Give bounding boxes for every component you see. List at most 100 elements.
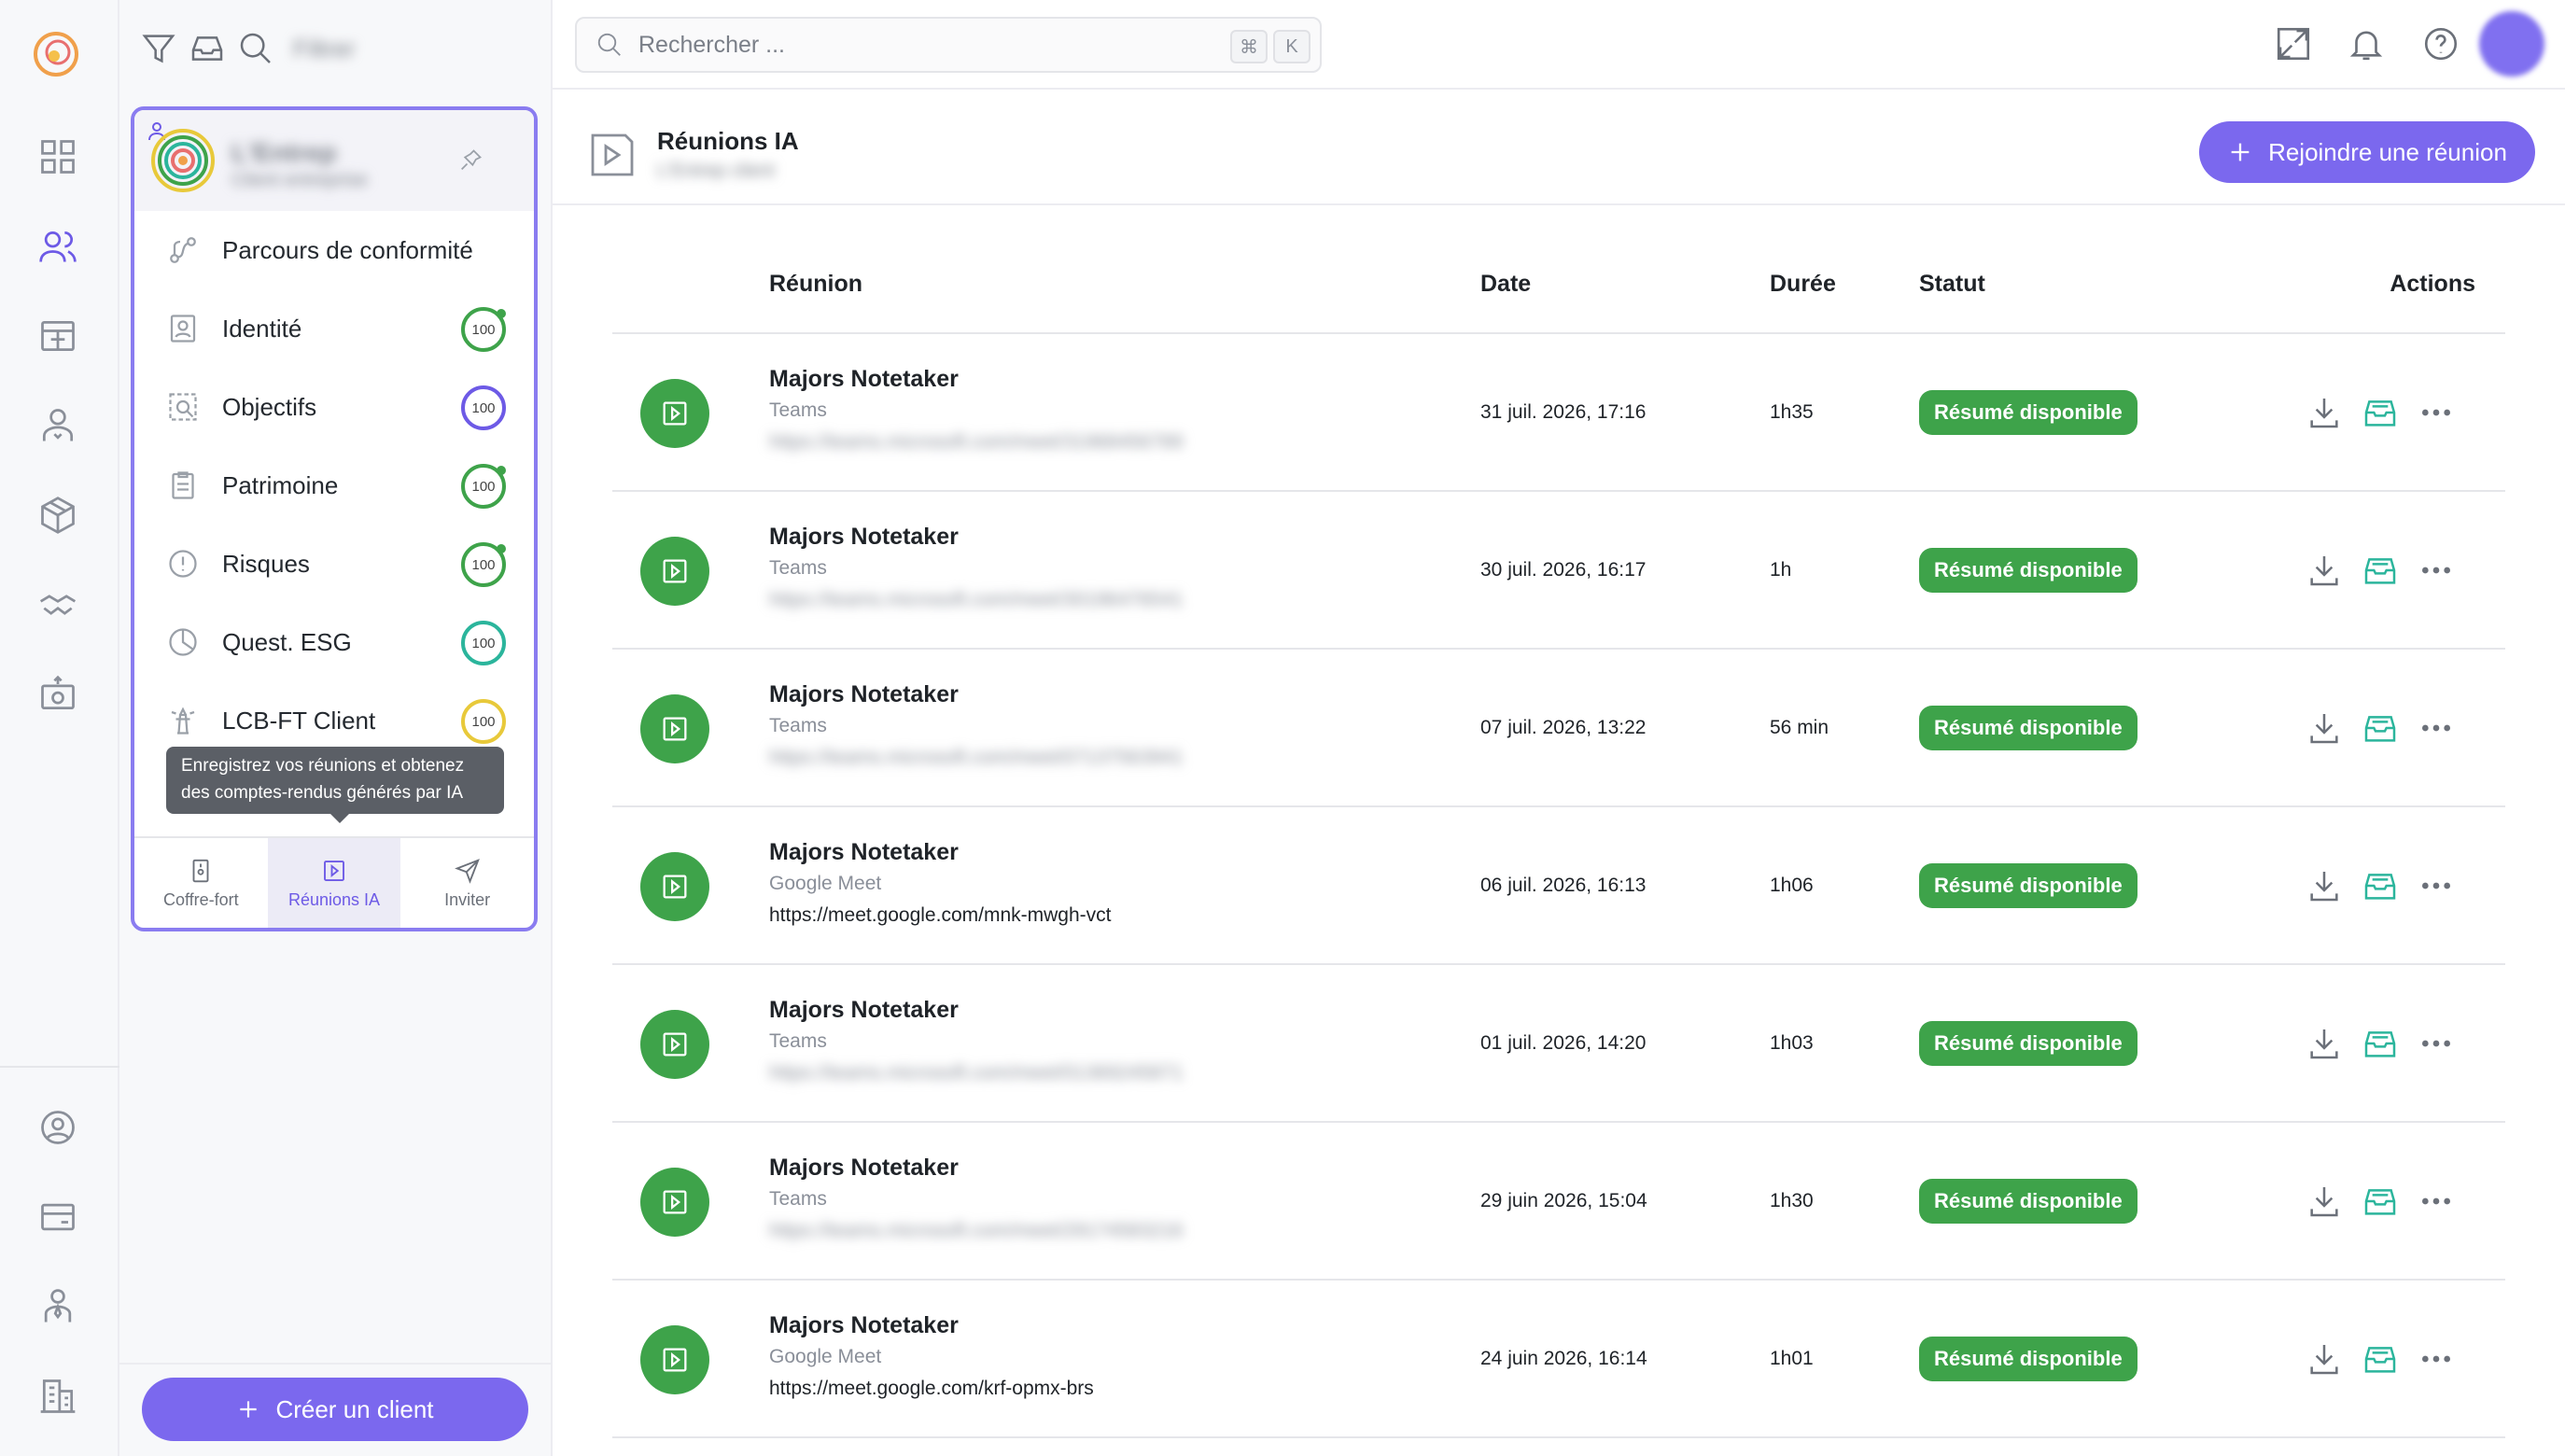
meeting-platform: Teams — [769, 557, 827, 579]
meeting-play-icon[interactable] — [640, 1010, 709, 1079]
meeting-duration: 1h03 — [1770, 1032, 1814, 1054]
expand-icon[interactable] — [2274, 24, 2313, 63]
client-panel: Filtrer L'Entrep Client entreprise Parco… — [119, 0, 553, 1456]
archive-icon[interactable] — [2362, 394, 2399, 431]
meeting-link[interactable]: https://teams.microsoft.com/meet/3196845… — [769, 431, 1184, 454]
users-icon[interactable] — [37, 226, 78, 267]
column-header-meeting[interactable]: Réunion — [769, 271, 862, 298]
handshake-icon[interactable] — [37, 584, 78, 625]
credit-card-icon[interactable] — [37, 1197, 78, 1238]
pin-icon[interactable] — [457, 147, 484, 174]
user-badge-icon[interactable] — [37, 405, 78, 446]
menu-item-objectifs[interactable]: Objectifs 100 — [134, 368, 534, 446]
table-row[interactable]: Majors Notetaker Teams https://teams.mic… — [612, 965, 2505, 1123]
download-icon[interactable] — [2306, 1025, 2343, 1062]
archive-icon[interactable] — [2362, 1025, 2399, 1062]
meeting-link[interactable]: https://teams.microsoft.com/meet/3019647… — [769, 589, 1184, 611]
meeting-duration: 1h01 — [1770, 1348, 1814, 1369]
download-icon[interactable] — [2306, 867, 2343, 904]
meeting-link[interactable]: https://teams.microsoft.com/meet/0136924… — [769, 1062, 1184, 1085]
meeting-play-icon[interactable] — [640, 694, 709, 763]
tab-label: Réunions IA — [287, 889, 381, 909]
download-icon[interactable] — [2306, 1183, 2343, 1220]
download-icon[interactable] — [2306, 709, 2343, 747]
table-row[interactable]: Majors Notetaker Teams https://teams.mic… — [612, 492, 2505, 650]
download-icon[interactable] — [2306, 1340, 2343, 1378]
user-avatar[interactable] — [2479, 11, 2544, 77]
more-icon[interactable] — [2418, 1340, 2455, 1378]
more-icon[interactable] — [2418, 552, 2455, 589]
table-row[interactable]: Majors Notetaker Teams https://teams.mic… — [612, 1123, 2505, 1281]
meeting-name: Majors Notetaker — [769, 839, 959, 865]
page-subtitle: L'Entrep client — [657, 161, 776, 181]
search-icon[interactable] — [237, 30, 274, 67]
status-badge: Résumé disponible — [1919, 1337, 2138, 1381]
table-row[interactable]: Majors Notetaker Google Meet https://mee… — [612, 807, 2505, 965]
table-row[interactable]: Majors Notetaker Teams https://teams.mic… — [612, 334, 2505, 492]
inbox-icon[interactable] — [189, 30, 226, 67]
filter-icon[interactable] — [140, 30, 177, 67]
person-tie-icon[interactable] — [37, 1286, 78, 1327]
swirl-logo-icon[interactable] — [30, 28, 82, 80]
more-icon[interactable] — [2418, 394, 2455, 431]
bell-icon[interactable] — [2347, 24, 2386, 63]
meeting-play-icon[interactable] — [640, 537, 709, 606]
client-avatar — [149, 127, 217, 194]
id-card-icon — [166, 312, 200, 345]
search-input[interactable] — [638, 31, 1198, 59]
archive-icon[interactable] — [2362, 867, 2399, 904]
more-icon[interactable] — [2418, 867, 2455, 904]
page-header: Réunions IA L'Entrep client Rejoindre un… — [553, 91, 2565, 205]
meeting-link[interactable]: https://teams.microsoft.com/meet/0713756… — [769, 747, 1184, 769]
download-icon[interactable] — [2306, 394, 2343, 431]
menu-item-identite[interactable]: Identité 100 — [134, 289, 534, 368]
tab-reunions-ia[interactable]: Réunions IA — [267, 838, 401, 928]
box-icon[interactable] — [37, 495, 78, 536]
dashboard-icon[interactable] — [37, 136, 78, 177]
menu-item-risques[interactable]: Risques 100 — [134, 525, 534, 603]
meeting-play-icon[interactable] — [640, 852, 709, 921]
archive-icon[interactable] — [2362, 1183, 2399, 1220]
menu-item-patrimoine[interactable]: Patrimoine 100 — [134, 446, 534, 525]
join-meeting-button[interactable]: Rejoindre une réunion — [2199, 121, 2535, 183]
more-icon[interactable] — [2418, 709, 2455, 747]
menu-item-parcours[interactable]: Parcours de conformité — [134, 211, 534, 289]
video-play-icon — [586, 129, 638, 181]
create-client-button[interactable]: Créer un client — [142, 1378, 528, 1441]
archive-icon[interactable] — [2362, 1340, 2399, 1378]
help-icon[interactable] — [2421, 24, 2460, 63]
tab-label: Coffre-fort — [162, 889, 239, 909]
meeting-link[interactable]: https://meet.google.com/mnk-mwgh-vct — [769, 904, 1111, 927]
column-header-date[interactable]: Date — [1480, 271, 1531, 298]
archive-icon[interactable] — [2362, 709, 2399, 747]
meeting-play-icon[interactable] — [640, 1325, 709, 1394]
archive-icon[interactable] — [2362, 552, 2399, 589]
building-icon[interactable] — [37, 1376, 78, 1417]
user-circle-icon[interactable] — [37, 1107, 78, 1148]
column-header-status[interactable]: Statut — [1919, 271, 1985, 298]
meeting-date: 30 juil. 2026, 16:17 — [1480, 559, 1647, 581]
camera-upload-icon[interactable] — [37, 674, 78, 715]
meeting-play-icon[interactable] — [640, 1168, 709, 1237]
more-icon[interactable] — [2418, 1025, 2455, 1062]
tab-inviter[interactable]: Inviter — [400, 838, 534, 928]
menu-item-esg[interactable]: Quest. ESG 100 — [134, 603, 534, 681]
column-header-duration[interactable]: Durée — [1770, 271, 1836, 298]
layout-icon[interactable] — [37, 315, 78, 357]
client-card-header[interactable]: L'Entrep Client entreprise — [134, 110, 534, 211]
search-box[interactable]: ⌘ K — [575, 17, 1322, 73]
meeting-link[interactable]: https://teams.microsoft.com/meet/2917458… — [769, 1220, 1184, 1242]
tab-coffre-fort[interactable]: Coffre-fort — [134, 838, 268, 928]
more-icon[interactable] — [2418, 1183, 2455, 1220]
download-icon[interactable] — [2306, 552, 2343, 589]
client-menu: Parcours de conformité Identité 100 Obje… — [134, 211, 534, 760]
meeting-name: Majors Notetaker — [769, 681, 959, 707]
table-row[interactable]: Majors Notetaker Google Meet https://mee… — [612, 1281, 2505, 1438]
plus-icon — [236, 1397, 260, 1421]
status-badge: Résumé disponible — [1919, 548, 2138, 593]
table-row[interactable]: Majors Notetaker Teams https://teams.mic… — [612, 650, 2505, 807]
status-badge: Résumé disponible — [1919, 706, 2138, 750]
meeting-link[interactable]: https://meet.google.com/krf-opmx-brs — [769, 1378, 1094, 1400]
meeting-name: Majors Notetaker — [769, 1155, 959, 1181]
meeting-play-icon[interactable] — [640, 379, 709, 448]
